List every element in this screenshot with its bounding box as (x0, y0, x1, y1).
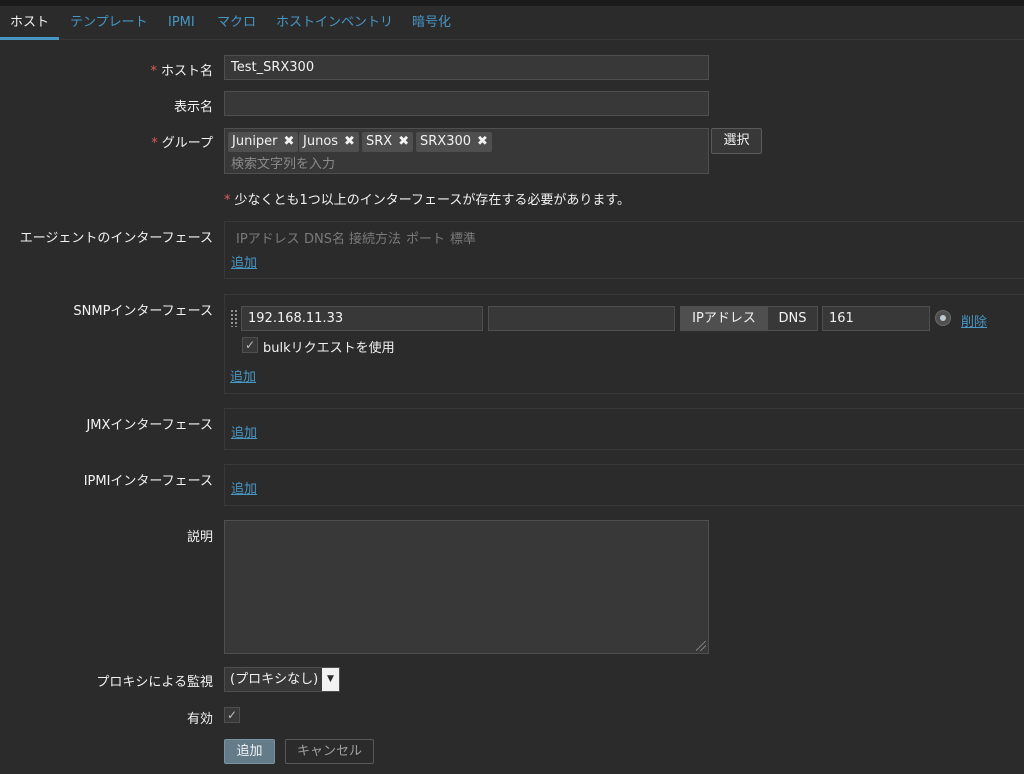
tab-ipmi[interactable]: IPMI (168, 6, 195, 39)
connect-dns-toggle[interactable]: DNS (767, 306, 818, 331)
host-name-label: * ホスト名 (150, 64, 213, 79)
agent-interfaces-section: IPアドレス DNS名 接続方法 ポート 標準 追加 (224, 221, 1024, 279)
group-tag: SRX ✖ (362, 132, 414, 152)
tab-macros[interactable]: マクロ (217, 6, 256, 39)
column-header: 標準 (450, 232, 477, 247)
bulk-request-label: bulkリクエストを使用 (263, 341, 395, 356)
snmp-interfaces-label: SNMPインターフェース (73, 304, 213, 319)
group-tag: Junos ✖ (299, 132, 359, 152)
visible-name-label: 表示名 (173, 100, 213, 115)
group-tag: SRX300 ✖ (416, 132, 492, 152)
select-groups-button[interactable]: 選択 (711, 128, 762, 154)
bulk-request-checkbox[interactable]: ✓ (242, 337, 258, 353)
add-snmp-interface-link[interactable]: 追加 (230, 366, 256, 385)
remove-tag-icon[interactable]: ✖ (284, 134, 295, 149)
ipmi-interfaces-label: IPMIインターフェース (83, 474, 213, 489)
tab-host[interactable]: ホスト (0, 6, 59, 39)
remove-tag-icon[interactable]: ✖ (344, 134, 355, 149)
remove-snmp-interface-link[interactable]: 削除 (961, 311, 987, 330)
group-search-input[interactable]: 検索文字列を入力 (231, 153, 335, 172)
groups-multiselect[interactable]: Juniper ✖ Junos ✖ SRX ✖ SRX300 ✖ 検索文字列を入力 (224, 128, 709, 174)
remove-tag-icon[interactable]: ✖ (398, 134, 409, 149)
column-header: DNS名 (304, 232, 345, 247)
tab-encryption[interactable]: 暗号化 (412, 6, 451, 39)
active-tab-indicator (0, 37, 59, 40)
column-header: IPアドレス (236, 232, 300, 247)
snmp-port-input[interactable]: 161 (822, 306, 930, 331)
add-button[interactable]: 追加 (224, 739, 275, 764)
drag-handle-icon[interactable] (230, 309, 238, 327)
jmx-interfaces-section: 追加 (224, 408, 1024, 450)
jmx-interfaces-label: JMXインターフェース (86, 418, 213, 433)
check-icon: ✓ (244, 338, 256, 352)
interface-required-notice: * 少なくとも1つ以上のインターフェースが存在する必要があります。 (224, 193, 631, 208)
chevron-down-icon: ▼ (322, 668, 339, 691)
snmp-ip-input[interactable]: 192.168.11.33 (241, 306, 483, 331)
agent-interfaces-label: エージェントのインターフェース (19, 231, 213, 246)
description-label: 説明 (186, 530, 213, 545)
connect-ip-toggle[interactable]: IPアドレス (680, 306, 768, 331)
column-header: 接続方法 (349, 232, 402, 247)
add-ipmi-interface-link[interactable]: 追加 (231, 478, 257, 497)
required-marker: * (150, 64, 157, 79)
add-agent-interface-link[interactable]: 追加 (231, 252, 257, 271)
check-icon: ✓ (226, 708, 238, 722)
column-header: ポート (406, 232, 446, 247)
description-textarea[interactable] (224, 520, 709, 654)
add-jmx-interface-link[interactable]: 追加 (231, 422, 257, 441)
enabled-label: 有効 (186, 712, 213, 727)
groups-label: * グループ (151, 136, 213, 151)
ipmi-interfaces-section: 追加 (224, 464, 1024, 506)
tab-host-inventory[interactable]: ホストインベントリ (276, 6, 393, 39)
proxy-label: プロキシによる監視 (96, 675, 213, 690)
tab-templates[interactable]: テンプレート (70, 6, 148, 39)
cancel-button[interactable]: キャンセル (285, 739, 374, 764)
visible-name-input[interactable] (224, 91, 709, 116)
enabled-checkbox[interactable]: ✓ (224, 707, 240, 723)
default-interface-radio[interactable] (935, 310, 951, 326)
required-marker: * (151, 136, 158, 151)
host-name-input[interactable]: Test_SRX300 (224, 55, 709, 80)
snmp-dns-input[interactable] (488, 306, 675, 331)
remove-tag-icon[interactable]: ✖ (477, 134, 488, 149)
proxy-select[interactable]: (プロキシなし) ▼ (224, 667, 340, 692)
tab-bar: ホスト テンプレート IPMI マクロ ホストインベントリ 暗号化 (0, 6, 1024, 40)
group-tag: Juniper ✖ (228, 132, 299, 152)
resize-handle-icon[interactable] (696, 641, 706, 651)
